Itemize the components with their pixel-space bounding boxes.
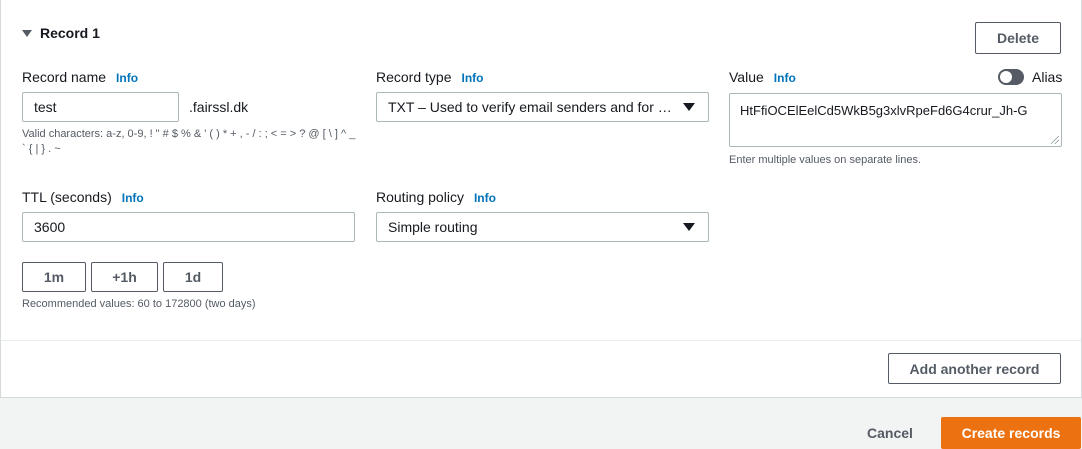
value-label-group: Value Info	[729, 69, 796, 85]
value-info-link[interactable]: Info	[774, 71, 796, 85]
value-hint: Enter multiple values on separate lines.	[729, 154, 921, 166]
divider	[1, 340, 1081, 341]
alias-toggle[interactable]	[998, 69, 1024, 85]
record-type-select[interactable]: TXT – Used to verify email senders and f…	[376, 92, 709, 122]
ttl-preset-1m-button[interactable]: 1m	[22, 262, 86, 292]
record-panel: Record 1 Delete Record name Info test .f…	[0, 0, 1082, 398]
dropdown-arrow-icon	[683, 223, 695, 231]
routing-policy-label-group: Routing policy Info	[376, 189, 496, 205]
create-records-button[interactable]: Create records	[941, 417, 1081, 449]
record-name-label: Record name	[22, 69, 107, 85]
add-another-record-button[interactable]: Add another record	[888, 353, 1061, 384]
record-name-input[interactable]: test	[22, 92, 179, 122]
record-type-label: Record type	[376, 69, 452, 85]
ttl-info-link[interactable]: Info	[122, 191, 144, 205]
routing-policy-selected: Simple routing	[388, 219, 478, 235]
resize-handle-icon[interactable]	[1051, 136, 1059, 144]
record-name-label-group: Record name Info	[22, 69, 138, 85]
ttl-input[interactable]: 3600	[22, 212, 355, 242]
ttl-preset-1h-button[interactable]: +1h	[91, 262, 158, 292]
caret-down-icon	[22, 29, 32, 37]
record-name-info-link[interactable]: Info	[116, 71, 138, 85]
routing-policy-select[interactable]: Simple routing	[376, 212, 709, 242]
record-name-hint: Valid characters: a-z, 0-9, ! " # $ % & …	[22, 128, 356, 155]
ttl-hint: Recommended values: 60 to 172800 (two da…	[22, 298, 256, 310]
record-title: Record 1	[40, 25, 100, 41]
delete-button[interactable]: Delete	[975, 22, 1061, 54]
cancel-button[interactable]: Cancel	[867, 425, 913, 441]
value-textarea[interactable]: HtFfiOCElEelCd5WkB5g3xlvRpeFd6G4crur_Jh-…	[729, 93, 1062, 147]
record-expander[interactable]: Record 1	[22, 25, 100, 41]
domain-suffix: .fairssl.dk	[189, 99, 249, 115]
record-type-info-link[interactable]: Info	[461, 71, 483, 85]
record-type-label-group: Record type Info	[376, 69, 483, 85]
alias-label: Alias	[1032, 69, 1063, 85]
routing-policy-label: Routing policy	[376, 189, 464, 205]
value-label: Value	[729, 69, 764, 85]
toggle-knob	[1000, 71, 1012, 83]
ttl-preset-1d-button[interactable]: 1d	[163, 262, 223, 292]
ttl-label: TTL (seconds)	[22, 189, 112, 205]
routing-policy-info-link[interactable]: Info	[474, 191, 496, 205]
value-text: HtFfiOCElEelCd5WkB5g3xlvRpeFd6G4crur_Jh-…	[740, 103, 1028, 118]
record-type-selected: TXT – Used to verify email senders and f…	[388, 99, 678, 115]
ttl-label-group: TTL (seconds) Info	[22, 189, 144, 205]
dropdown-arrow-icon	[683, 103, 695, 111]
